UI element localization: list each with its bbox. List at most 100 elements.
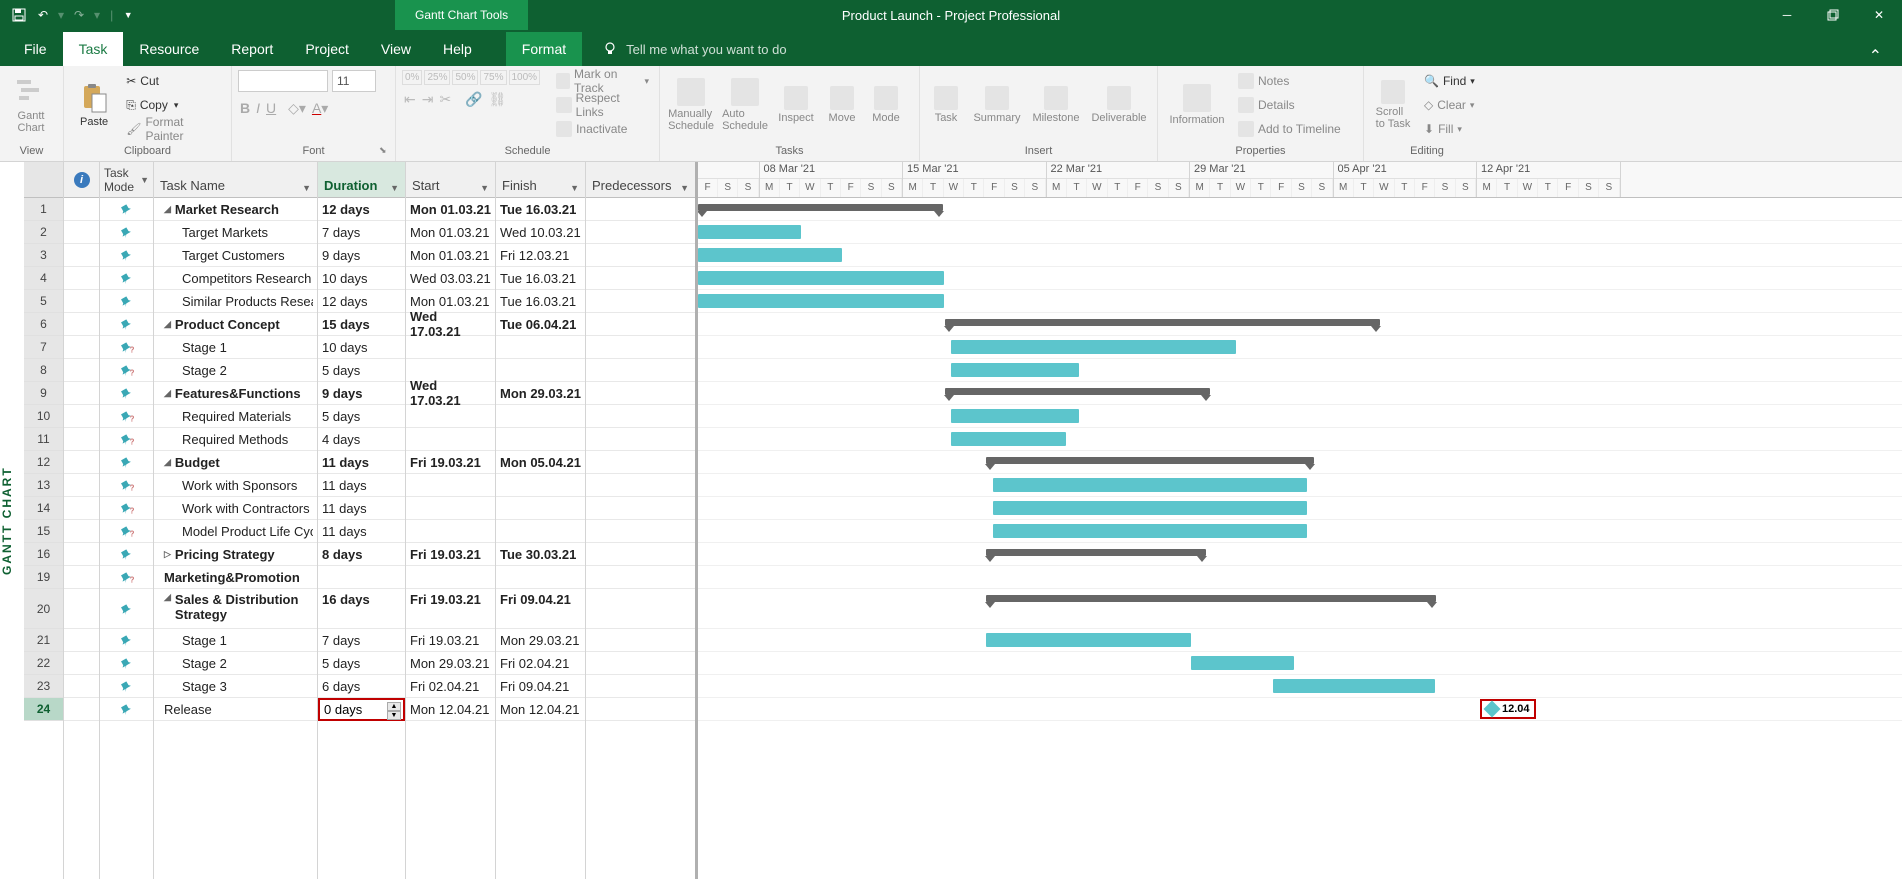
row-number[interactable]: 16 — [24, 543, 63, 566]
start-cell[interactable] — [406, 566, 495, 589]
bold-button[interactable]: B — [240, 100, 250, 117]
row-number[interactable]: 19 — [24, 566, 63, 589]
row-number[interactable]: 11 — [24, 428, 63, 451]
gantt-bar[interactable] — [986, 633, 1191, 647]
task-mode-cell[interactable] — [100, 652, 153, 675]
format-painter-button[interactable]: 🖌Format Painter — [122, 118, 225, 140]
predecessors-cell[interactable] — [586, 520, 695, 543]
finish-cell[interactable] — [496, 520, 585, 543]
predecessors-cell[interactable] — [586, 359, 695, 382]
outline-toggle[interactable]: ▷ — [164, 549, 171, 560]
find-button[interactable]: 🔍Find▾ — [1420, 70, 1479, 92]
row-number[interactable]: 21 — [24, 629, 63, 652]
predecessors-cell[interactable] — [586, 451, 695, 474]
row-number[interactable]: 20 — [24, 589, 63, 629]
gantt-bar[interactable] — [951, 363, 1079, 377]
duration-cell[interactable]: 15 days — [318, 313, 405, 336]
predecessors-cell[interactable] — [586, 290, 695, 313]
row-number[interactable]: 3 — [24, 244, 63, 267]
tab-view[interactable]: View — [365, 32, 427, 66]
task-mode-cell[interactable] — [100, 543, 153, 566]
start-cell[interactable]: Mon 12.04.21 — [406, 698, 495, 721]
task-name-cell[interactable]: Target Markets — [154, 221, 317, 244]
outline-toggle[interactable]: ◢ — [164, 204, 171, 215]
row-number[interactable]: 5 — [24, 290, 63, 313]
predecessors-cell[interactable] — [586, 428, 695, 451]
task-mode-cell[interactable]: ? — [100, 497, 153, 520]
predecessors-cell[interactable] — [586, 313, 695, 336]
task-mode-cell[interactable] — [100, 290, 153, 313]
auto-schedule-button[interactable]: Auto Schedule — [720, 70, 770, 140]
finish-cell[interactable]: Mon 29.03.21 — [496, 382, 585, 405]
finish-cell[interactable]: Fri 12.03.21 — [496, 244, 585, 267]
tab-help[interactable]: Help — [427, 32, 488, 66]
font-dialog-launcher[interactable]: ⬊ — [379, 145, 393, 159]
task-mode-cell[interactable]: ? — [100, 336, 153, 359]
customize-qat-icon[interactable]: ▼ — [117, 4, 139, 26]
spinner-down[interactable]: ▼ — [387, 711, 401, 720]
row-number[interactable]: 2 — [24, 221, 63, 244]
tab-resource[interactable]: Resource — [123, 32, 215, 66]
start-cell[interactable]: Wed 17.03.21 — [406, 382, 495, 405]
font-color-button[interactable]: A▾ — [312, 100, 328, 117]
move-button[interactable]: Move — [822, 70, 862, 140]
start-cell[interactable] — [406, 405, 495, 428]
finish-cell[interactable]: Tue 16.03.21 — [496, 198, 585, 221]
inspect-button[interactable]: Inspect — [774, 70, 818, 140]
start-cell[interactable]: Fri 19.03.21 — [406, 629, 495, 652]
gantt-bar[interactable] — [945, 388, 1210, 395]
task-name-cell[interactable]: Stage 1 — [154, 336, 317, 359]
gantt-chart-button[interactable]: Gantt Chart — [6, 70, 56, 140]
task-mode-cell[interactable] — [100, 698, 153, 721]
start-cell[interactable]: Fri 19.03.21 — [406, 451, 495, 474]
duration-cell[interactable]: 9 days — [318, 244, 405, 267]
gantt-bar[interactable] — [986, 457, 1314, 464]
spinner-up[interactable]: ▲ — [387, 702, 401, 711]
duration-cell[interactable]: 16 days — [318, 589, 405, 629]
clear-button[interactable]: ◇Clear▾ — [1420, 94, 1479, 116]
task-mode-cell[interactable] — [100, 589, 153, 629]
duration-cell[interactable]: 6 days — [318, 675, 405, 698]
finish-cell[interactable]: Fri 09.04.21 — [496, 589, 585, 629]
indent-button[interactable]: ⇥ — [422, 91, 434, 108]
duration-cell[interactable]: 11 days — [318, 497, 405, 520]
duration-cell[interactable]: 4 days — [318, 428, 405, 451]
fill-color-button[interactable]: ◇▾ — [288, 100, 306, 117]
task-mode-cell[interactable] — [100, 313, 153, 336]
column-header-task-name[interactable]: Task Name▼ — [154, 162, 317, 198]
finish-cell[interactable]: Tue 16.03.21 — [496, 267, 585, 290]
predecessors-cell[interactable] — [586, 629, 695, 652]
predecessors-cell[interactable] — [586, 382, 695, 405]
predecessors-cell[interactable] — [586, 497, 695, 520]
duration-cell[interactable]: 11 days — [318, 451, 405, 474]
gantt-bar[interactable] — [698, 225, 801, 239]
finish-cell[interactable]: Fri 02.04.21 — [496, 652, 585, 675]
task-mode-cell[interactable]: ? — [100, 428, 153, 451]
minimize-button[interactable]: ─ — [1764, 0, 1810, 30]
predecessors-cell[interactable] — [586, 652, 695, 675]
predecessors-cell[interactable] — [586, 589, 695, 629]
row-number[interactable]: 15 — [24, 520, 63, 543]
task-mode-cell[interactable] — [100, 629, 153, 652]
predecessors-cell[interactable] — [586, 221, 695, 244]
outline-toggle[interactable]: ◢ — [164, 319, 171, 330]
task-name-cell[interactable]: ◢Budget — [154, 451, 317, 474]
finish-cell[interactable] — [496, 405, 585, 428]
tab-task[interactable]: Task — [63, 32, 124, 66]
column-header-duration[interactable]: Duration▼ — [318, 162, 405, 198]
tell-me-search[interactable]: Tell me what you want to do — [582, 32, 806, 66]
gantt-bar[interactable] — [951, 340, 1236, 354]
duration-cell-editing[interactable]: 0 days▲▼ — [318, 698, 405, 721]
task-name-cell[interactable]: Work with Contractors — [154, 497, 317, 520]
task-name-cell[interactable]: ◢Market Research — [154, 198, 317, 221]
add-to-timeline-button[interactable]: Add to Timeline — [1234, 118, 1345, 140]
percent-complete-buttons[interactable]: 0%25%50%75%100% — [402, 70, 540, 85]
gantt-bar[interactable] — [993, 501, 1307, 515]
scroll-to-task-button[interactable]: Scroll to Task — [1370, 70, 1416, 140]
task-mode-cell[interactable] — [100, 451, 153, 474]
task-mode-cell[interactable]: ? — [100, 520, 153, 543]
gantt-bar[interactable] — [698, 271, 944, 285]
column-header-predecessors[interactable]: Predecessors▼ — [586, 162, 695, 198]
finish-cell[interactable]: Mon 12.04.21 — [496, 698, 585, 721]
gantt-bar[interactable] — [698, 204, 943, 211]
